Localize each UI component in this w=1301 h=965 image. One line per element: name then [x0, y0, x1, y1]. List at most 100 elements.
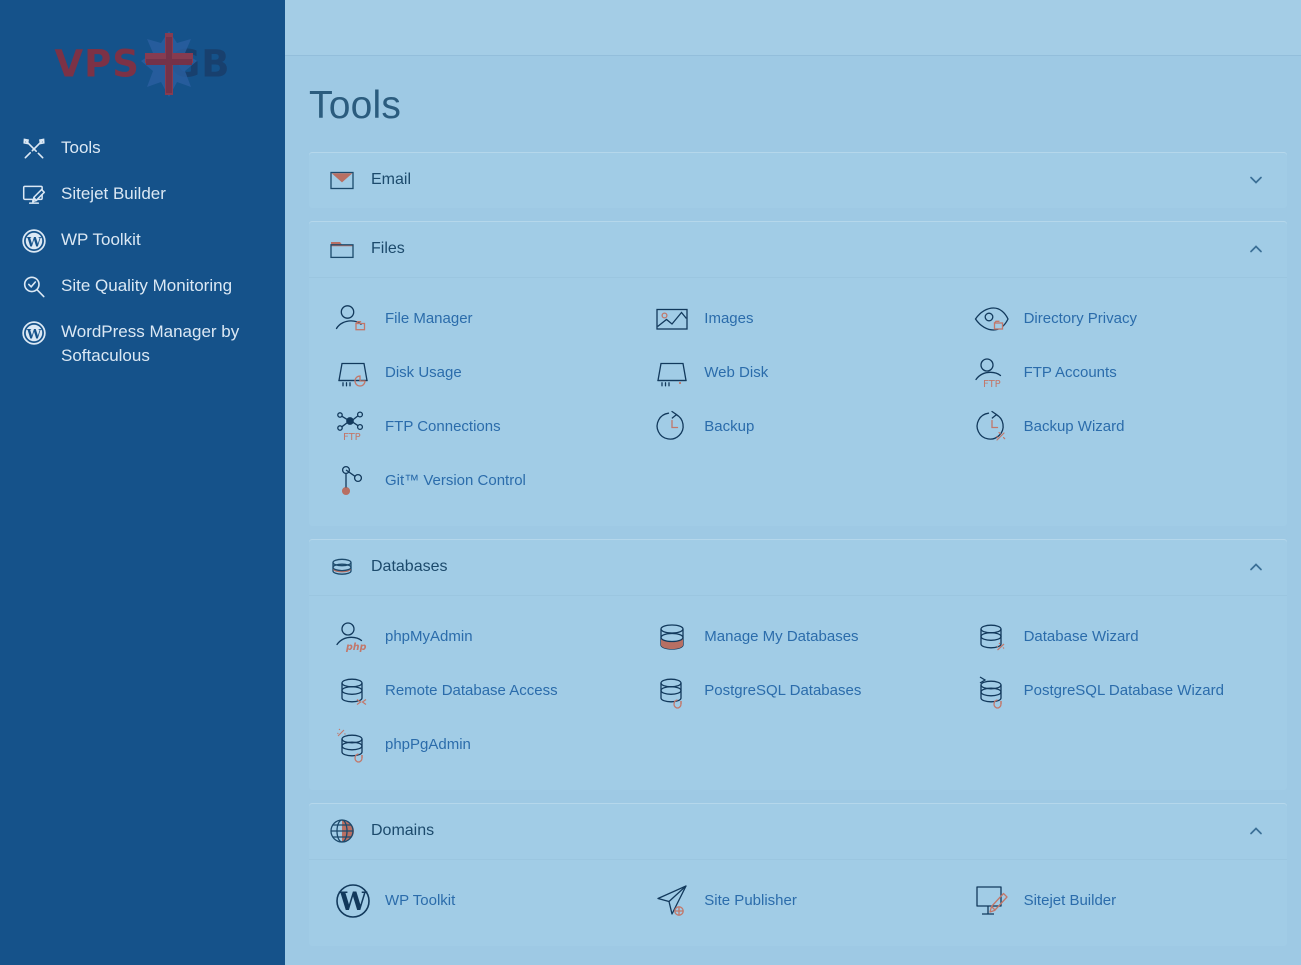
tool-label: FTP Accounts [1024, 364, 1117, 382]
tool-phpmyadmin[interactable]: php phpMyAdmin [319, 610, 638, 664]
database-icon [327, 553, 357, 581]
tool-label: Images [704, 310, 753, 328]
tool-label: Disk Usage [385, 364, 462, 382]
tool-label: phpMyAdmin [385, 628, 473, 646]
tool-label: Sitejet Builder [1024, 892, 1117, 910]
tool-database-wizard[interactable]: Database Wizard [958, 610, 1277, 664]
chevron-up-icon[interactable] [1247, 240, 1265, 258]
chevron-up-icon[interactable] [1247, 822, 1265, 840]
tool-backup-wizard[interactable]: Backup Wizard [958, 400, 1277, 454]
wordpress-icon: W [333, 881, 373, 921]
tool-sitejet-builder[interactable]: Sitejet Builder [958, 874, 1277, 928]
section-domains-header[interactable]: Domains [309, 803, 1287, 859]
clock-wand-icon [972, 407, 1012, 447]
database-pg-wizard-icon [972, 671, 1012, 711]
sidebar-item-label: WordPress Manager by Softaculous [61, 320, 267, 368]
tool-label: Git™ Version Control [385, 472, 526, 490]
eye-folder-icon [972, 299, 1012, 339]
tool-label: Manage My Databases [704, 628, 858, 646]
sidebar-item-site-quality-monitoring[interactable]: Site Quality Monitoring [0, 264, 285, 310]
tool-label: FTP Connections [385, 418, 501, 436]
tools-sections: Email Files [285, 128, 1301, 946]
top-bar [285, 0, 1301, 56]
sidebar-item-label: WP Toolkit [61, 228, 141, 252]
web-disk-icon [652, 353, 692, 393]
sidebar-item-tools[interactable]: Tools [0, 126, 285, 172]
section-title: Files [371, 240, 405, 258]
svg-text:FTP: FTP [983, 379, 1001, 390]
sidebar-item-wordpress-manager-by-softaculous[interactable]: W WordPress Manager by Softaculous [0, 310, 285, 378]
tool-manage-my-databases[interactable]: Manage My Databases [638, 610, 957, 664]
tool-git-version-control[interactable]: Git™ Version Control [319, 454, 638, 508]
tool-label: WP Toolkit [385, 892, 455, 910]
section-title: Databases [371, 558, 448, 576]
tool-phppgadmin[interactable]: phpPgAdmin [319, 718, 638, 772]
section-email: Email [309, 152, 1287, 208]
tool-label: phpPgAdmin [385, 736, 471, 754]
sidebar-nav: Tools Sitejet Builder W WP Toolkit [0, 126, 285, 378]
folder-icon [327, 235, 357, 263]
tool-ftp-connections[interactable]: FTP FTP Connections [319, 400, 638, 454]
section-title: Email [371, 171, 411, 189]
magnifier-check-icon [20, 274, 48, 300]
tool-ftp-accounts[interactable]: FTP FTP Accounts [958, 346, 1277, 400]
tool-backup[interactable]: Backup [638, 400, 957, 454]
logo-text-left: VPS [55, 43, 140, 86]
tool-label: Web Disk [704, 364, 768, 382]
network-ftp-icon: FTP [333, 407, 373, 447]
brand-logo[interactable]: VPS GB [0, 0, 285, 122]
tool-label: Backup Wizard [1024, 418, 1125, 436]
tool-directory-privacy[interactable]: Directory Privacy [958, 292, 1277, 346]
tool-postgresql-database-wizard[interactable]: PostgreSQL Database Wizard [958, 664, 1277, 718]
tool-label: Site Publisher [704, 892, 797, 910]
tool-label: Directory Privacy [1024, 310, 1137, 328]
tool-remote-database-access[interactable]: Remote Database Access [319, 664, 638, 718]
section-files-header[interactable]: Files [309, 221, 1287, 277]
section-files-body: File Manager Images [309, 277, 1287, 526]
section-domains: Domains W WP Toolkit [309, 803, 1287, 946]
paper-plane-globe-icon [652, 881, 692, 921]
section-title: Domains [371, 822, 434, 840]
sidebar-item-label: Sitejet Builder [61, 182, 166, 206]
tool-postgresql-databases[interactable]: PostgreSQL Databases [638, 664, 957, 718]
svg-text:W: W [26, 236, 42, 251]
section-domains-body: W WP Toolkit Site Publisher [309, 859, 1287, 946]
section-databases-header[interactable]: Databases [309, 539, 1287, 595]
database-pg-wand-icon [333, 725, 373, 765]
tool-web-disk[interactable]: Web Disk [638, 346, 957, 400]
tool-disk-usage[interactable]: Disk Usage [319, 346, 638, 400]
chevron-down-icon[interactable] [1247, 171, 1265, 189]
user-ftp-icon: FTP [972, 353, 1012, 393]
tool-label: PostgreSQL Databases [704, 682, 861, 700]
svg-text:FTP: FTP [343, 432, 361, 443]
section-databases-body: php phpMyAdmin Manage My Databases [309, 595, 1287, 790]
tool-label: File Manager [385, 310, 473, 328]
tool-file-manager[interactable]: File Manager [319, 292, 638, 346]
image-icon [652, 299, 692, 339]
section-files: Files File Manager [309, 221, 1287, 526]
svg-text:W: W [338, 887, 368, 916]
wordpress-icon: W [20, 228, 48, 254]
sidebar-item-wp-toolkit[interactable]: W WP Toolkit [0, 218, 285, 264]
main-content: Tools Email [285, 0, 1301, 965]
svg-text:W: W [26, 328, 42, 343]
tool-site-publisher[interactable]: Site Publisher [638, 874, 957, 928]
tools-icon [20, 136, 48, 162]
tool-images[interactable]: Images [638, 292, 957, 346]
chevron-up-icon[interactable] [1247, 558, 1265, 576]
section-email-header[interactable]: Email [309, 152, 1287, 208]
clock-restore-icon [652, 407, 692, 447]
database-pg-icon [652, 671, 692, 711]
database-filled-icon [652, 617, 692, 657]
wordpress-icon: W [20, 320, 48, 346]
sidebar-item-sitejet-builder[interactable]: Sitejet Builder [0, 172, 285, 218]
user-folder-icon [333, 299, 373, 339]
section-databases: Databases php phpMyAdmin [309, 539, 1287, 790]
tool-label: Backup [704, 418, 754, 436]
monitor-pen-icon [20, 182, 48, 208]
union-jack-cross-icon [139, 29, 199, 99]
sidebar-item-label: Site Quality Monitoring [61, 274, 232, 298]
tool-label: PostgreSQL Database Wizard [1024, 682, 1224, 700]
tool-wp-toolkit[interactable]: W WP Toolkit [319, 874, 638, 928]
sidebar-item-label: Tools [61, 136, 101, 160]
